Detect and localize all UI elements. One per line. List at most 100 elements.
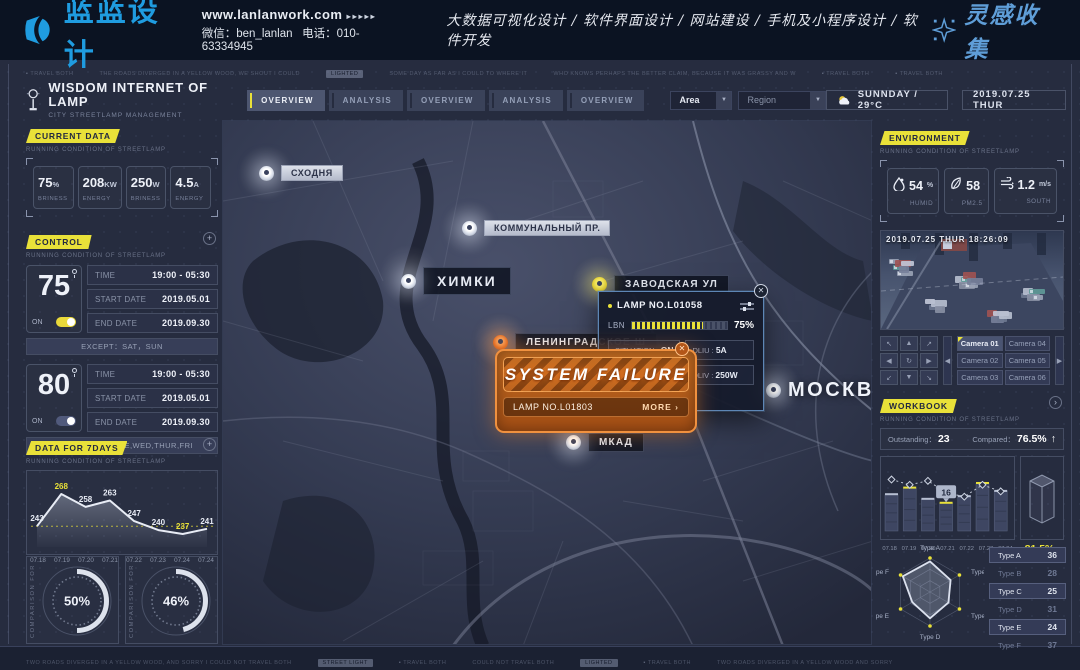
tab-overview-2[interactable]: OVERVIEW: [407, 90, 485, 111]
camera-next-arrow[interactable]: ▶: [1055, 336, 1064, 385]
end-date-row[interactable]: END DATE 2019.09.30: [87, 412, 218, 432]
tab-analysis-1[interactable]: ANALYSIS: [329, 90, 403, 111]
compared-stat: Compared：76.5% ↑: [972, 433, 1056, 445]
env-label: SOUTH: [1000, 198, 1051, 205]
camera-button-5[interactable]: Camera 05: [1005, 353, 1051, 368]
lamp-marker-icon[interactable]: [493, 335, 508, 350]
svg-text:Type B: Type B: [971, 569, 984, 576]
area-select[interactable]: Area ▼: [670, 91, 732, 110]
chevron-right-button[interactable]: ›: [1049, 396, 1062, 409]
pan-down-left-button[interactable]: ↙: [880, 370, 898, 385]
region-select[interactable]: Region ▼: [738, 91, 826, 110]
chevron-down-icon[interactable]: ▼: [810, 92, 825, 109]
alert-title: SYSTEM FAILURE: [504, 365, 688, 385]
map-location-сходня[interactable]: СХОДНЯ: [259, 165, 343, 181]
type-row-type-f[interactable]: Type F37: [989, 637, 1066, 653]
lamp-marker-icon[interactable]: [259, 166, 274, 181]
start-date-row[interactable]: START DATE2019.05.01: [87, 388, 218, 408]
lamp-marker-icon[interactable]: [566, 435, 581, 450]
city-map[interactable]: СХОДНЯКОММУНАЛЬНЫЙ ПР.ХИМКИЗАВОДСКАЯ УЛЛ…: [222, 120, 872, 645]
sparkle-star-icon: [932, 17, 956, 43]
chevron-down-icon[interactable]: ▼: [716, 92, 731, 109]
tab-label: OVERVIEW: [421, 96, 474, 105]
weather-text: SUNNDAY / 29°C: [858, 89, 937, 111]
lamp-marker-icon[interactable]: [462, 221, 477, 236]
gauge-label: COMPARISON FOR: [129, 564, 135, 638]
camera-button-6[interactable]: Camera 06: [1005, 370, 1051, 385]
row-label: END DATE: [95, 418, 137, 427]
site-url[interactable]: www.lanlanwork.com ▸▸▸▸▸: [202, 7, 399, 22]
type-value: 37: [1048, 640, 1057, 650]
workbook-stats: Outstanding：23 Compared：76.5% ↑: [880, 428, 1064, 450]
lamp-marker-icon[interactable]: [592, 277, 607, 292]
camera-controls: ↖▲↗◀↻▶↙▼↘ ◀ Camera 01Camera 02Camera 03C…: [880, 336, 1064, 385]
pan-up-right-button[interactable]: ↗: [920, 336, 938, 351]
svg-text:16: 16: [941, 487, 951, 497]
close-icon[interactable]: ✕: [675, 342, 689, 356]
pan-left-button[interactable]: ◀: [880, 353, 898, 368]
map-location-мкад[interactable]: МКАД: [566, 433, 644, 452]
environment-stats: 54%HUMID58PM2.51.2m/sSOUTH: [887, 168, 1057, 214]
type-value: 36: [1048, 550, 1057, 560]
tab-overview-4[interactable]: OVERVIEW: [567, 90, 645, 111]
brightness-bar[interactable]: [631, 321, 728, 330]
pan-up-left-button[interactable]: ↖: [880, 336, 898, 351]
bar-chart-svg: 16: [881, 457, 1012, 539]
time-row[interactable]: TIME19:00 - 05:30: [87, 364, 218, 384]
gauge-value: 46%: [163, 594, 189, 609]
tab-analysis-3[interactable]: ANALYSIS: [489, 90, 563, 111]
close-icon[interactable]: ✕: [754, 284, 768, 298]
panel-tag: CONTROL: [26, 235, 92, 249]
schedule-block: 75 ON TIME19:00 - 05:30 START DATE2019.0…: [26, 265, 218, 333]
camera-prev-arrow[interactable]: ◀: [943, 336, 952, 385]
time-row[interactable]: TIME19:00 - 05:30: [87, 265, 218, 285]
map-location-москва[interactable]: МОСКВА: [766, 379, 872, 402]
pan-down-button[interactable]: ▼: [900, 370, 918, 385]
decorative-text: COULD NOT TRAVEL BOTH: [472, 660, 554, 666]
comparison-gauge-2: COMPARISON FOR 46%: [125, 556, 218, 644]
tab-overview-0[interactable]: OVERVIEW: [247, 90, 325, 111]
type-row-type-c[interactable]: Type C25: [989, 583, 1066, 599]
add-schedule-button[interactable]: +: [203, 232, 216, 245]
pan-up-button[interactable]: ▲: [900, 336, 918, 351]
stat-value: 75%: [38, 175, 69, 190]
start-date-row[interactable]: START DATE2019.05.01: [87, 289, 218, 309]
refresh-button[interactable]: ↻: [900, 353, 918, 368]
expand-button[interactable]: +: [203, 438, 216, 451]
pan-down-right-button[interactable]: ↘: [920, 370, 938, 385]
camera-button-1[interactable]: Camera 01: [957, 336, 1003, 351]
more-button[interactable]: MORE ›: [642, 402, 679, 412]
camera-view[interactable]: 2019.07.25 THUR 18:26:09: [880, 230, 1064, 330]
lamp-marker-icon[interactable]: [401, 274, 416, 289]
type-row-type-d[interactable]: Type D31: [989, 601, 1066, 617]
page-title: WISDOM INTERNET OF LAMP: [48, 81, 231, 110]
row-value: 2019.09.30: [162, 417, 210, 427]
brand-logo[interactable]: 蓝蓝设计: [22, 0, 184, 74]
svg-text:263: 263: [103, 488, 117, 497]
type-row-type-a[interactable]: Type A36: [989, 547, 1066, 563]
status-dot: [608, 304, 612, 308]
compared-value: 76.5%: [1017, 433, 1047, 445]
tab-bar: OVERVIEWANALYSISOVERVIEWANALYSISOVERVIEW: [247, 90, 644, 111]
type-row-type-e[interactable]: Type E24: [989, 619, 1066, 635]
dashboard-screen: 蓝蓝设计 www.lanlanwork.com ▸▸▸▸▸ 微信：ben_lan…: [0, 0, 1080, 670]
gauge-svg: 50%: [39, 563, 115, 639]
camera-button-4[interactable]: Camera 04: [1005, 336, 1051, 351]
type-list: Type A36 Type B28 Type C25 Type D31 Type E24…: [989, 542, 1066, 653]
collect-inspiration[interactable]: 灵感收集: [932, 0, 1058, 64]
map-location-коммунальный-пр-[interactable]: КОММУНАЛЬНЫЙ ПР.: [462, 220, 610, 236]
type-row-type-b[interactable]: Type B28: [989, 565, 1066, 581]
lamp-marker-icon[interactable]: [766, 383, 781, 398]
type-label: Type B: [998, 569, 1021, 578]
settings-sliders-icon[interactable]: [740, 301, 754, 311]
camera-button-2[interactable]: Camera 02: [957, 353, 1003, 368]
camera-button-3[interactable]: Camera 03: [957, 370, 1003, 385]
schedule-rows: TIME19:00 - 05:30 START DATE2019.05.01 E…: [87, 364, 218, 432]
map-location-химки[interactable]: ХИМКИ: [401, 267, 511, 295]
svg-text:240: 240: [152, 518, 166, 527]
radar-chart-svg: Type AType BType CType DType EType F: [876, 542, 984, 642]
end-date-row[interactable]: END DATE2019.09.30: [87, 313, 218, 333]
pan-right-button[interactable]: ▶: [920, 353, 938, 368]
schedule-toggle[interactable]: [56, 416, 76, 426]
schedule-toggle[interactable]: [56, 317, 76, 327]
